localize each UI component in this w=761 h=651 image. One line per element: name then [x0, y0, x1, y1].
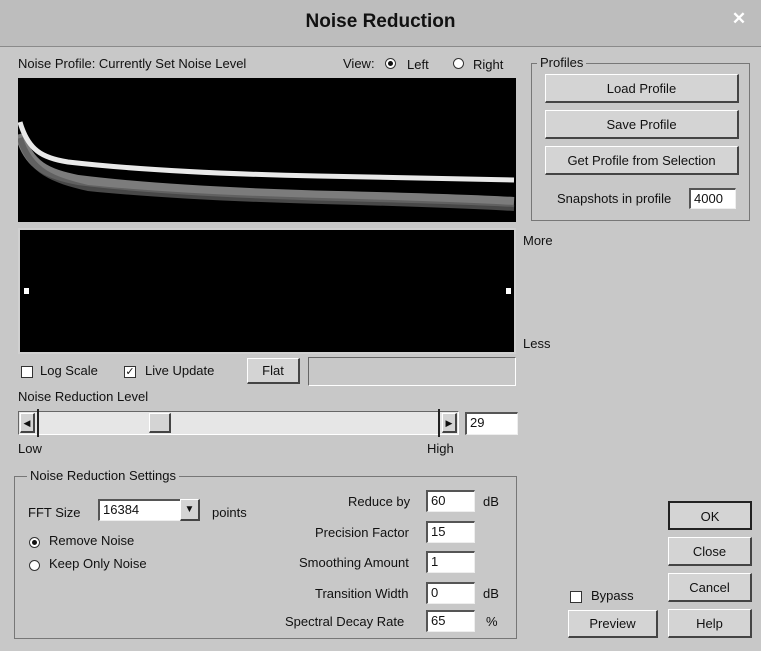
- remove-noise-label: Remove Noise: [49, 533, 135, 548]
- precision-factor-label: Precision Factor: [315, 525, 409, 540]
- noise-profile-curve: [18, 118, 515, 222]
- load-profile-button[interactable]: Load Profile: [545, 74, 739, 103]
- noise-profile-label: Noise Profile: Currently Set Noise Level: [18, 56, 247, 71]
- save-profile-button[interactable]: Save Profile: [545, 110, 739, 139]
- keep-only-noise-label: Keep Only Noise: [49, 556, 147, 571]
- graph-left-handle[interactable]: [24, 288, 29, 294]
- transition-width-label: Transition Width: [315, 586, 409, 601]
- cancel-button[interactable]: Cancel: [668, 573, 752, 602]
- settings-title: Noise Reduction Settings: [27, 468, 179, 483]
- close-icon[interactable]: ✕: [722, 8, 756, 30]
- bypass-checkbox[interactable]: [570, 591, 582, 603]
- radio-unselected-icon[interactable]: [453, 58, 464, 69]
- smoothing-amount-field[interactable]: 1: [426, 551, 475, 573]
- close-button[interactable]: Close: [668, 537, 752, 566]
- view-left-label: Left: [407, 57, 429, 72]
- noise-reduction-graph[interactable]: [18, 228, 516, 354]
- transition-width-field[interactable]: 0: [426, 582, 475, 604]
- low-label: Low: [18, 441, 42, 456]
- low-marker: [37, 409, 39, 437]
- preview-button[interactable]: Preview: [568, 610, 658, 638]
- bypass-label: Bypass: [591, 588, 634, 603]
- arrow-right-icon[interactable]: ▶: [442, 413, 457, 433]
- spectral-decay-label: Spectral Decay Rate: [285, 614, 405, 629]
- noise-profile-display: [18, 78, 516, 222]
- more-label: More: [523, 233, 553, 248]
- fft-size-select[interactable]: 16384 ▼: [98, 499, 202, 521]
- reduce-by-unit: dB: [483, 494, 499, 509]
- view-label: View:: [343, 56, 375, 71]
- spectral-decay-field[interactable]: 65: [426, 610, 475, 632]
- high-marker: [438, 409, 440, 437]
- keep-only-noise-radio[interactable]: [29, 560, 40, 571]
- fft-size-value[interactable]: 16384: [98, 499, 182, 521]
- live-update-label: Live Update: [145, 363, 215, 378]
- log-scale-label: Log Scale: [40, 363, 98, 378]
- graph-right-handle[interactable]: [506, 288, 511, 294]
- points-label: points: [212, 505, 247, 520]
- snapshots-label: Snapshots in profile: [557, 191, 672, 206]
- nr-level-slider[interactable]: ◀ ▶: [18, 409, 459, 437]
- spectral-decay-unit: %: [486, 614, 498, 629]
- reduce-by-label: Reduce by: [348, 494, 411, 509]
- reduce-by-field[interactable]: 60: [426, 490, 475, 512]
- fft-size-label: FFT Size: [28, 505, 81, 520]
- slider-thumb[interactable]: [149, 413, 171, 433]
- arrow-left-icon[interactable]: ◀: [20, 413, 35, 433]
- view-right-label: Right: [473, 57, 504, 72]
- transition-width-unit: dB: [483, 586, 499, 601]
- profiles-title: Profiles: [537, 55, 587, 70]
- remove-noise-radio[interactable]: [29, 537, 40, 548]
- live-update-checkbox[interactable]: ✓: [124, 366, 136, 378]
- ok-button[interactable]: OK: [668, 501, 752, 530]
- help-button[interactable]: Help: [668, 609, 752, 638]
- less-label: Less: [523, 336, 551, 351]
- checkmark-icon: ✓: [125, 366, 135, 378]
- snapshots-field[interactable]: 4000: [689, 188, 736, 209]
- chevron-down-icon[interactable]: ▼: [180, 499, 200, 521]
- window-title: Noise Reduction: [305, 11, 456, 32]
- log-scale-checkbox[interactable]: [21, 366, 33, 378]
- smoothing-amount-label: Smoothing Amount: [299, 555, 409, 570]
- status-box: [308, 357, 516, 386]
- get-profile-button[interactable]: Get Profile from Selection: [545, 146, 739, 175]
- nr-level-field[interactable]: 29: [465, 412, 518, 435]
- radio-selected-icon[interactable]: [385, 58, 396, 69]
- nr-level-label: Noise Reduction Level: [18, 389, 149, 404]
- flat-button[interactable]: Flat: [247, 358, 300, 384]
- high-label: High: [427, 441, 454, 456]
- precision-factor-field[interactable]: 15: [426, 521, 475, 543]
